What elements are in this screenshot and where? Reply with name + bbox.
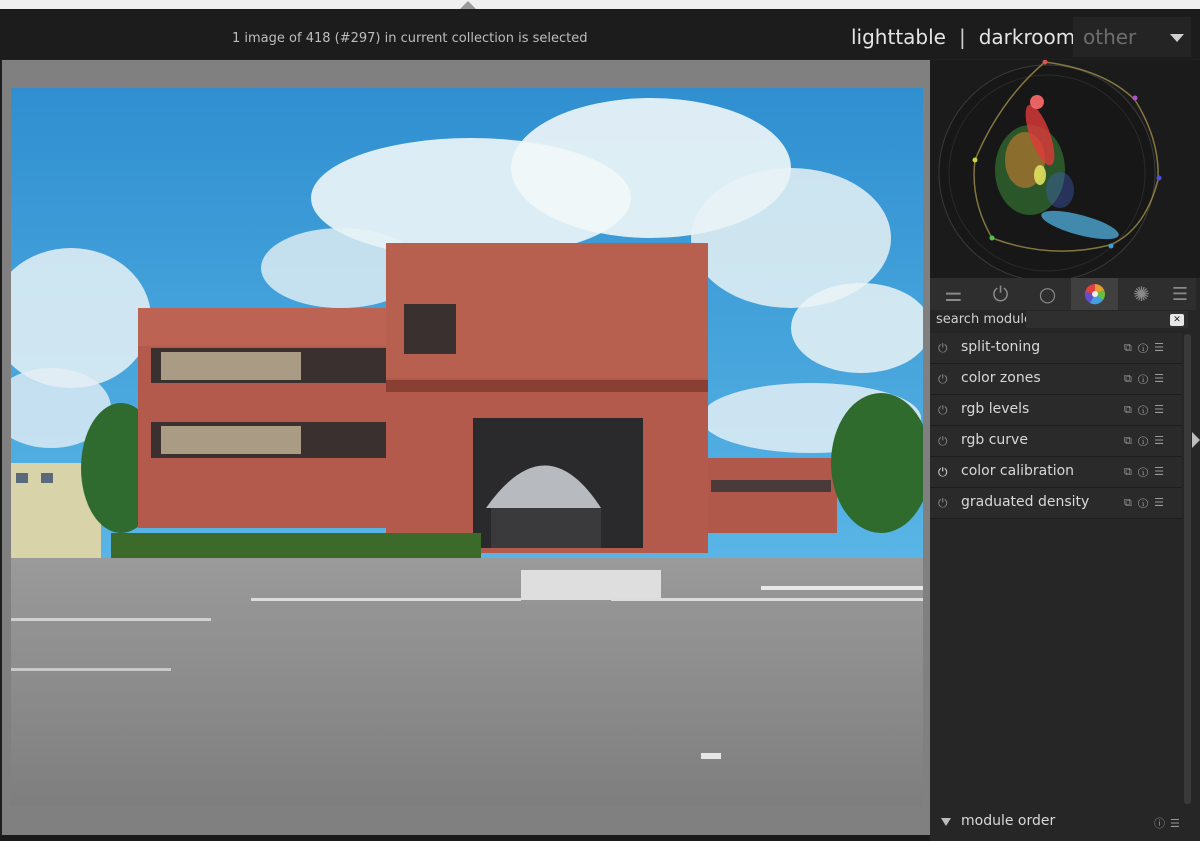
image-canvas[interactable] [2, 60, 930, 835]
menu-icon[interactable]: ☰ [1165, 278, 1195, 310]
aperture-icon[interactable]: ✺ [1118, 278, 1165, 310]
panel-collapse-top-icon[interactable] [460, 1, 476, 9]
module-actions-icons[interactable]: ⧉ⓘ☰ [1124, 403, 1170, 417]
triangle-down-icon [941, 818, 951, 826]
circle-icon[interactable]: ○ [1024, 278, 1071, 310]
power-icon[interactable]: ⏻ [938, 434, 948, 449]
right-panel-expand-icon[interactable] [1192, 432, 1200, 448]
module-name: graduated density [961, 494, 1090, 510]
module-color-calibration[interactable]: ⏻ color calibration ⧉ⓘ☰ [930, 457, 1182, 488]
view-other-dropdown[interactable]: other [1073, 17, 1191, 57]
module-name: split-toning [961, 339, 1041, 355]
right-panel: ⚌ ⏻ ○ ✺ ☰ search module ✕ ⏻ split-toning… [930, 59, 1200, 841]
vectorscope-graph [938, 59, 1162, 282]
photo-image [11, 88, 923, 806]
module-rgb-curve[interactable]: ⏻ rgb curve ⧉ⓘ☰ [930, 426, 1182, 457]
module-split-toning[interactable]: ⏻ split-toning ⧉ⓘ☰ [930, 333, 1182, 364]
module-graduated-density[interactable]: ⏻ graduated density ⧉ⓘ☰ [930, 488, 1182, 519]
selection-status: 1 image of 418 (#297) in current collect… [232, 31, 588, 46]
module-name: color zones [961, 370, 1041, 386]
module-actions-icons[interactable]: ⧉ⓘ☰ [1124, 434, 1170, 448]
photo-preview [11, 88, 923, 806]
module-color-zones[interactable]: ⏻ color zones ⧉ⓘ☰ [930, 364, 1182, 395]
module-order-icons[interactable]: ⓘ☰ [1154, 815, 1185, 831]
power-icon[interactable]: ⏻ [977, 278, 1024, 310]
view-separator: | [958, 25, 966, 49]
module-rgb-levels[interactable]: ⏻ rgb levels ⧉ⓘ☰ [930, 395, 1182, 426]
view-switcher: lighttable | darkroom | other [851, 17, 1191, 57]
window-top-strip [0, 0, 1200, 9]
clear-search-icon[interactable]: ✕ [1170, 314, 1184, 326]
chevron-down-icon [1170, 34, 1184, 42]
view-lighttable[interactable]: lighttable [851, 25, 946, 49]
header-bar: 1 image of 418 (#297) in current collect… [0, 9, 1200, 59]
module-order-section[interactable]: module order ⓘ☰ [930, 809, 1196, 835]
color-wheel-icon[interactable] [1071, 278, 1118, 310]
view-other-label: other [1083, 25, 1137, 49]
search-module-label: search module [936, 312, 1033, 327]
vectorscope[interactable] [930, 59, 1200, 282]
module-actions-icons[interactable]: ⧉ⓘ☰ [1124, 372, 1170, 386]
module-actions-icons[interactable]: ⧉ⓘ☰ [1124, 341, 1170, 355]
power-icon[interactable]: ⏻ [938, 341, 948, 356]
module-name: color calibration [961, 463, 1075, 479]
power-icon[interactable]: ⏻ [938, 372, 948, 387]
search-module-row: search module ✕ [930, 310, 1196, 331]
module-name: rgb levels [961, 401, 1030, 417]
module-name: rgb curve [961, 432, 1028, 448]
module-actions-icons[interactable]: ⧉ⓘ☰ [1124, 465, 1170, 479]
color-wheel-glyph [1084, 284, 1105, 305]
module-order-label: module order [961, 813, 1056, 829]
power-icon[interactable]: ⏻ [938, 403, 948, 418]
module-scrollbar[interactable] [1184, 334, 1191, 804]
view-darkroom[interactable]: darkroom [979, 25, 1076, 49]
search-module-input[interactable] [1026, 311, 1188, 328]
module-list: ⏻ split-toning ⧉ⓘ☰ ⏻ color zones ⧉ⓘ☰ ⏻ r… [930, 333, 1182, 519]
sliders-icon[interactable]: ⚌ [930, 278, 977, 310]
module-actions-icons[interactable]: ⧉ⓘ☰ [1124, 496, 1170, 510]
power-icon[interactable]: ⏻ [938, 496, 948, 511]
module-group-tabs: ⚌ ⏻ ○ ✺ ☰ [930, 278, 1196, 310]
power-icon[interactable]: ⏻ [938, 465, 948, 480]
